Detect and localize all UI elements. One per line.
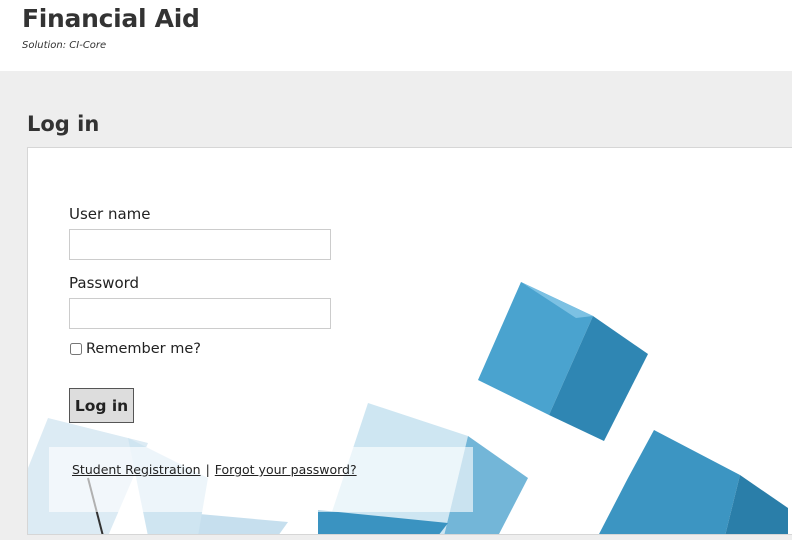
login-button[interactable]: Log in [69,388,134,423]
remember-me-checkbox[interactable] [70,343,82,355]
app-title: Financial Aid [22,4,200,33]
main-content: Log in User name Password Remember me? L… [0,71,792,540]
links-box: Student Registration | Forgot your passwor… [49,447,473,512]
app-subtitle: Solution: CI-Core [22,40,107,51]
login-form: User name Password Remember me? [69,205,331,357]
remember-me-row: Remember me? [69,341,331,357]
app-header: Financial Aid Solution: CI-Core [0,0,792,71]
page-title: Log in [27,112,100,136]
login-panel: User name Password Remember me? Log in S… [27,147,792,535]
username-input[interactable] [69,229,331,260]
password-input[interactable] [69,298,331,329]
remember-me-label[interactable]: Remember me? [86,341,201,357]
password-label: Password [69,274,140,292]
student-registration-link[interactable]: Student Registration [72,462,201,477]
login-links: Student Registration | Forgot your passwor… [72,462,357,477]
link-separator: | [205,462,210,477]
username-label: User name [69,205,151,223]
forgot-password-link[interactable]: Forgot your password? [215,462,357,477]
